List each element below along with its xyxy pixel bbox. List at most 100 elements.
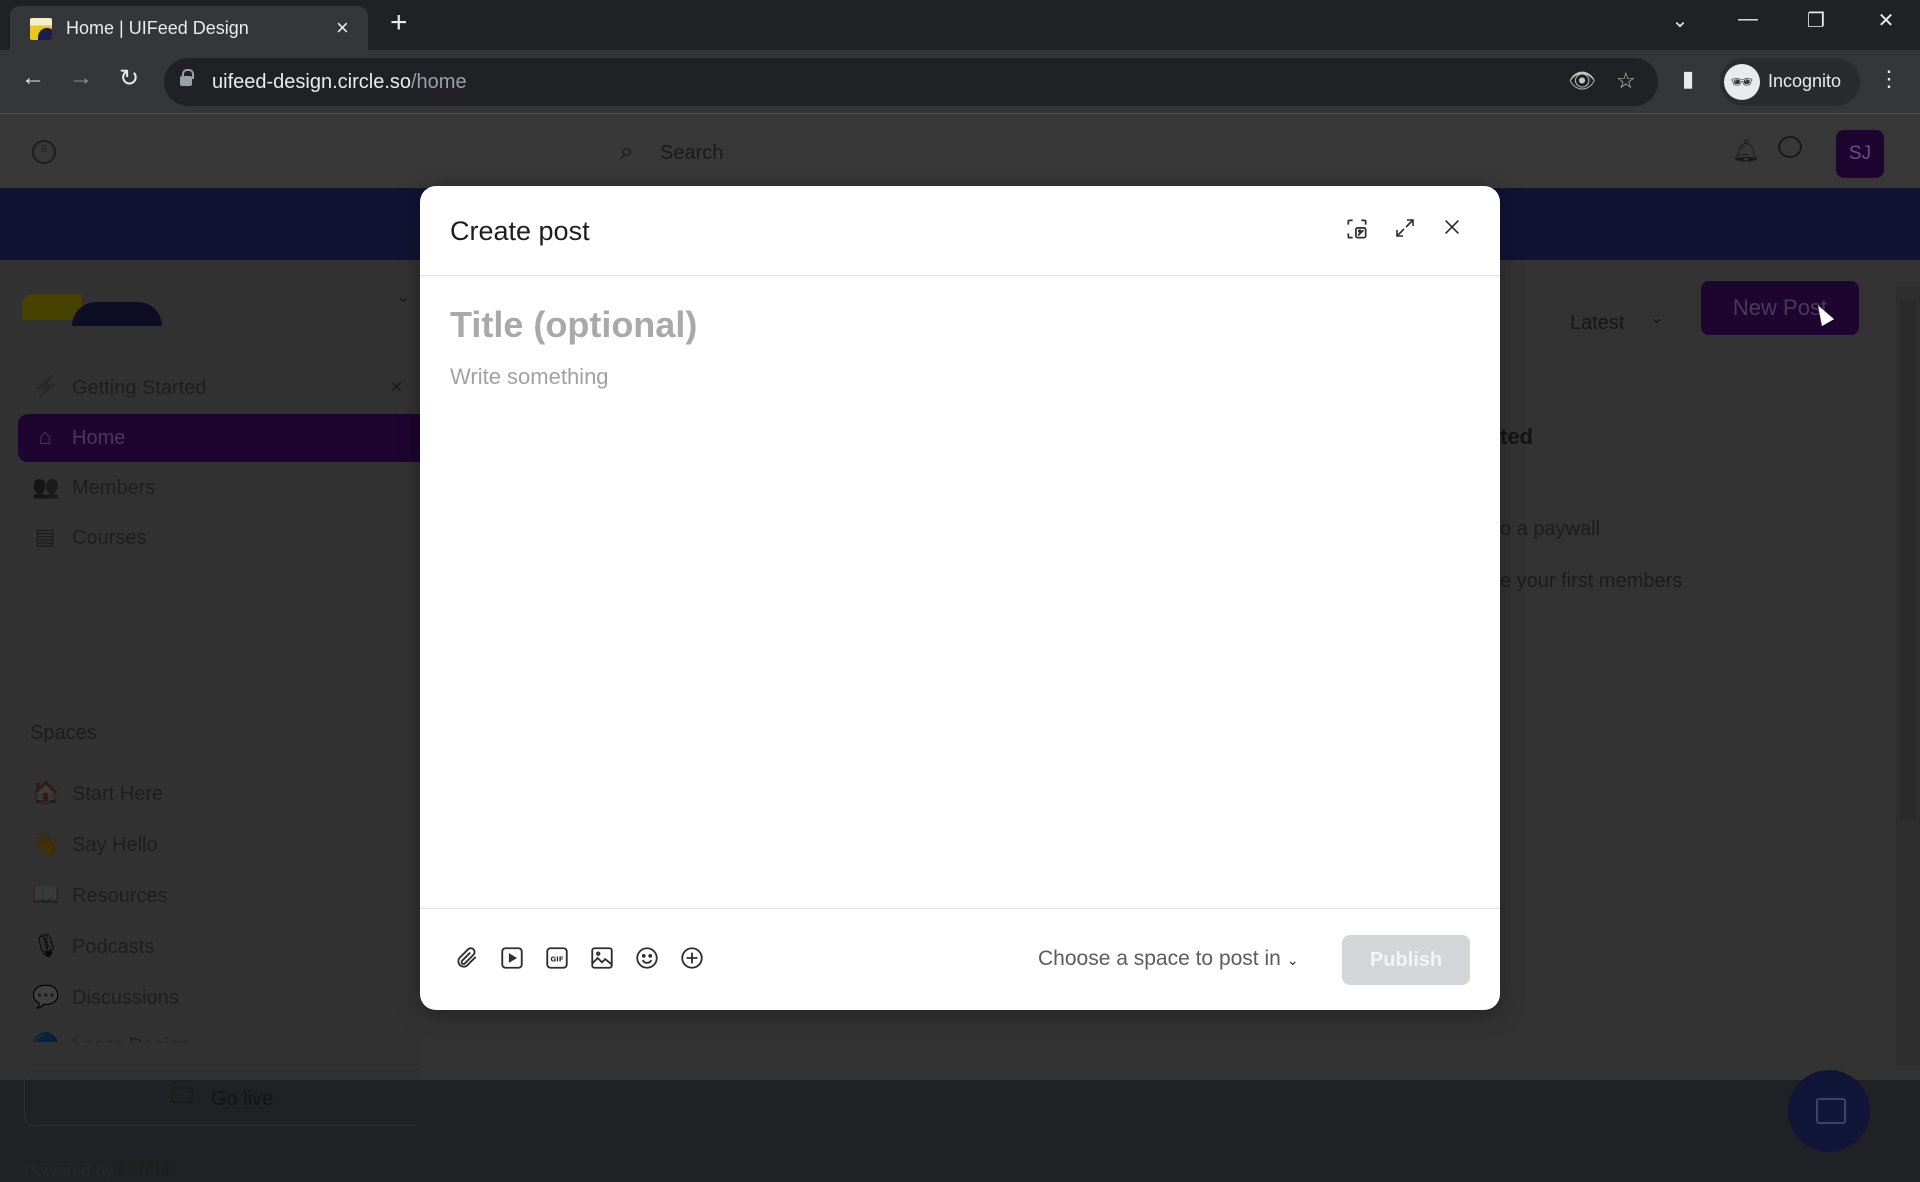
video-icon[interactable]	[499, 945, 525, 971]
space-item-learn-design[interactable]: 🔵 Learn Design	[18, 1022, 420, 1042]
address-bar[interactable]: uifeed-design.circle.so/home 👁 ☆	[164, 58, 1658, 106]
space-item-label: Start Here	[72, 783, 164, 805]
members-icon: 👥	[32, 474, 60, 499]
space-item-say-hello[interactable]: 👋 Say Hello	[18, 821, 420, 869]
community-switcher-icon[interactable]: ⠿	[32, 140, 56, 164]
sidebar-item-home[interactable]: ⌂ Home	[18, 414, 420, 462]
incognito-profile-button[interactable]: 🕶 Incognito	[1720, 58, 1860, 106]
space-item-discussions[interactable]: 💬 Discussions	[18, 974, 420, 1022]
browser-tab[interactable]: Home | UIFeed Design ×	[10, 6, 368, 50]
sidebar-item-label: Members	[72, 477, 156, 499]
reload-button[interactable]: ↻	[112, 64, 146, 93]
book-icon: 📖	[32, 882, 60, 907]
notifications-bell-icon[interactable]: 🔔︎	[1732, 138, 1760, 164]
sidebar-divider	[32, 1064, 420, 1065]
eye-off-icon[interactable]: 👁	[1568, 68, 1596, 94]
microphone-icon: 🎙	[32, 933, 60, 958]
sidebar: ⌄ ⚡ Getting Started × ⌂ Home 👥 Members ▤…	[0, 260, 420, 1181]
attachment-icon[interactable]	[454, 945, 480, 971]
browser-toolbar: ← → ↻ uifeed-design.circle.so/home 👁 ☆ ▮…	[0, 50, 1920, 114]
community-logo[interactable]	[22, 294, 162, 326]
checklist-item-paywall[interactable]: o a paywall	[1500, 518, 1600, 541]
space-item-start-here[interactable]: 🏠 Start Here	[18, 770, 420, 818]
post-title-input[interactable]	[450, 304, 1450, 346]
space-item-podcasts[interactable]: 🎙 Podcasts	[18, 923, 420, 971]
search-icon[interactable]: ⌕	[620, 138, 633, 166]
incognito-label: Incognito	[1768, 71, 1842, 91]
sidebar-item-label: Home	[72, 427, 126, 449]
sidebar-item-label: Getting Started	[72, 377, 207, 399]
new-tab-button[interactable]: +	[390, 6, 408, 40]
dismiss-getting-started-icon[interactable]: ×	[390, 374, 403, 400]
add-more-icon[interactable]	[679, 945, 705, 971]
getting-started-heading: ted	[1500, 424, 1533, 449]
sidebar-item-courses[interactable]: ▤ Courses	[18, 514, 420, 562]
space-item-label: Resources	[72, 885, 168, 907]
home-icon: ⌂	[38, 424, 52, 449]
space-selector-dropdown[interactable]: Choose a space to post in ⌄	[1038, 947, 1299, 971]
post-body-editor[interactable]	[450, 364, 1450, 884]
url-host: uifeed-design.circle.so	[212, 71, 411, 93]
space-selector-label: Choose a space to post in	[1038, 947, 1281, 970]
go-live-button[interactable]: Go live	[24, 1070, 420, 1126]
modal-footer: GIF Choose a space to post in ⌄ Publish	[420, 908, 1500, 1010]
space-item-label: Learn Design	[72, 1035, 191, 1042]
modal-header: Create post	[420, 186, 1500, 276]
new-post-button[interactable]: New Post	[1701, 281, 1859, 335]
sidebar-item-label: Courses	[72, 527, 147, 549]
image-icon[interactable]	[589, 945, 615, 971]
side-panel-icon[interactable]: ▮	[1682, 66, 1694, 92]
forward-button[interactable]: →	[64, 64, 98, 92]
svg-text:GIF: GIF	[550, 954, 563, 963]
site-favicon-icon	[30, 18, 52, 40]
browser-tab-strip: Home | UIFeed Design × + ⌄ — ❐ ✕	[0, 0, 1920, 50]
waving-hand-icon: 👋	[32, 831, 60, 856]
browser-menu-icon[interactable]: ⋮	[1878, 66, 1900, 92]
modal-title: Create post	[450, 216, 590, 246]
expand-icon[interactable]	[1390, 216, 1420, 246]
gif-icon[interactable]: GIF	[544, 945, 570, 971]
create-post-modal: Create post GIF Choose a spac	[420, 186, 1500, 1010]
messages-icon[interactable]	[1778, 136, 1802, 158]
window-close-button[interactable]: ✕	[1866, 8, 1906, 33]
search-input[interactable]: Search	[660, 142, 723, 165]
checklist-item-invite-members[interactable]: e your first members	[1500, 570, 1682, 593]
publish-button[interactable]: Publish	[1342, 935, 1470, 985]
sort-dropdown[interactable]: Latest	[1570, 312, 1624, 335]
community-menu-chevron-icon[interactable]: ⌄	[396, 286, 411, 307]
chat-widget-button[interactable]	[1788, 1070, 1870, 1152]
video-camera-icon	[171, 1087, 193, 1103]
chevron-down-icon: ⌄	[1286, 952, 1299, 968]
close-icon[interactable]	[1437, 216, 1467, 246]
page-scrollbar-thumb[interactable]	[1900, 300, 1916, 820]
sort-chevron-icon[interactable]: ⌄	[1650, 308, 1663, 328]
lock-icon[interactable]	[180, 69, 194, 88]
app-header: ⠿ ⌕ Search 🔔︎ SJ	[0, 114, 1920, 188]
space-item-label: Discussions	[72, 987, 179, 1009]
sidebar-item-members[interactable]: 👥 Members	[18, 464, 420, 512]
lightning-icon: ⚡	[32, 374, 60, 399]
url-text[interactable]: uifeed-design.circle.so/home	[212, 71, 467, 94]
incognito-icon: 🕶	[1724, 64, 1760, 100]
tab-close-button[interactable]: ×	[336, 15, 349, 41]
powered-by-circle-link[interactable]: Powered by Circle	[24, 1160, 171, 1182]
space-item-label: Podcasts	[72, 936, 155, 958]
tab-title: Home | UIFeed Design	[66, 18, 249, 38]
cover-image-icon[interactable]	[1342, 216, 1372, 246]
tab-search-dropdown-icon[interactable]: ⌄	[1660, 8, 1700, 33]
url-path: /home	[411, 71, 467, 93]
courses-icon: ▤	[34, 524, 56, 549]
bookmark-star-icon[interactable]: ☆	[1616, 68, 1636, 94]
minimize-button[interactable]: —	[1728, 8, 1768, 31]
space-item-label: Say Hello	[72, 834, 158, 856]
go-live-label: Go live	[211, 1088, 274, 1110]
back-button[interactable]: ←	[16, 64, 50, 92]
restore-button[interactable]: ❐	[1796, 8, 1836, 33]
sidebar-item-getting-started[interactable]: ⚡ Getting Started ×	[18, 364, 420, 412]
emoji-icon[interactable]	[634, 945, 660, 971]
house-emoji-icon: 🏠	[32, 780, 60, 805]
user-avatar[interactable]: SJ	[1836, 130, 1884, 178]
space-item-resources[interactable]: 📖 Resources	[18, 872, 420, 920]
spaces-heading: Spaces	[30, 722, 97, 744]
circle-brand: Circle	[118, 1160, 172, 1181]
